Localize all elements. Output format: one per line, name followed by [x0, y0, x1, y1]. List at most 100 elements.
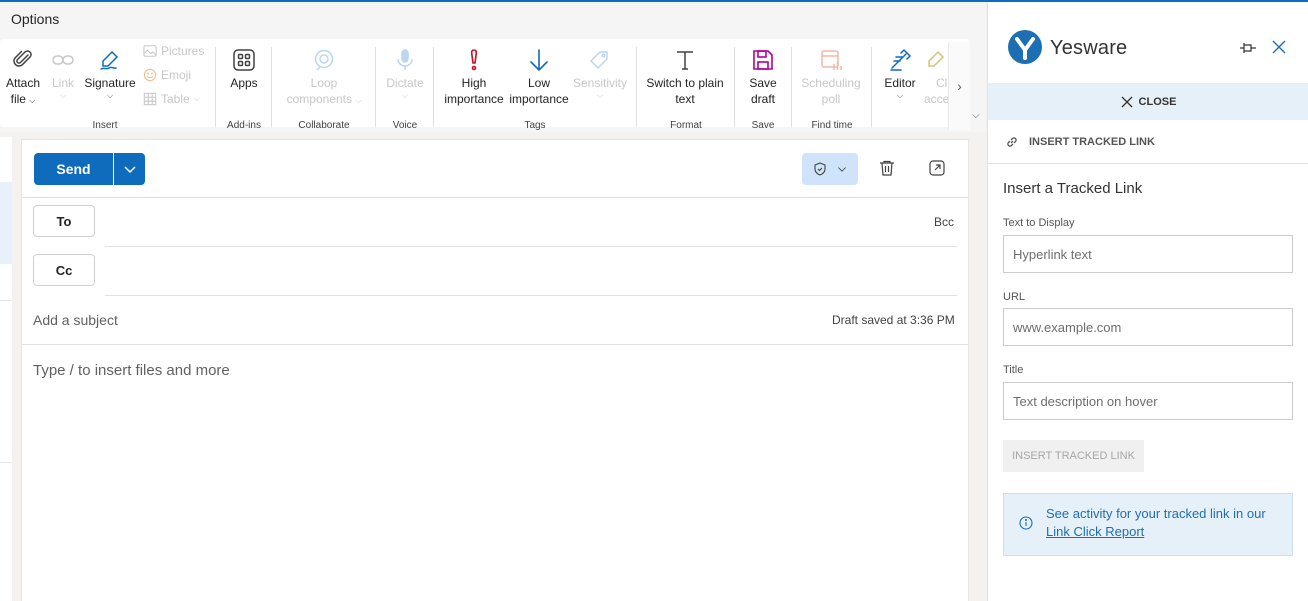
save-draft-button[interactable]: Save draft: [743, 45, 783, 107]
accessibility-icon: [928, 50, 945, 67]
title-label: Title: [1003, 364, 1024, 376]
text-to-display-label: Text to Display: [1003, 217, 1075, 229]
low-importance-label-2: importance: [509, 92, 569, 106]
draft-saved-status: Draft saved at 3:36 PM: [832, 313, 955, 327]
message-body-input[interactable]: Type / to insert files and more: [33, 362, 230, 379]
pictures-icon: [143, 45, 157, 57]
sensitivity-label: Sensitivity: [572, 76, 628, 90]
clipped-ribbon-button[interactable]: Cl acce: [924, 45, 948, 107]
emoji-button[interactable]: Emoji: [143, 68, 191, 82]
divider: [22, 344, 968, 345]
loop-components-button[interactable]: Loop components ⌵: [280, 45, 368, 109]
bcc-button[interactable]: Bcc: [934, 215, 954, 229]
link-button[interactable]: Link ⌵: [48, 45, 78, 101]
pictures-button[interactable]: Pictures: [143, 44, 204, 58]
group-divider: [636, 47, 637, 127]
shield-icon: [814, 162, 826, 176]
group-divider: [791, 47, 792, 127]
link-icon: [1007, 136, 1017, 147]
table-label: Table: [161, 92, 190, 106]
signature-label: Signature: [84, 76, 136, 90]
group-label-save: Save: [751, 120, 775, 131]
editor-button[interactable]: Editor ⌵: [880, 45, 920, 101]
editor-label: Editor: [884, 76, 916, 90]
low-importance-button[interactable]: Low importance: [508, 45, 570, 107]
divider: [105, 246, 957, 247]
insert-tracked-link-button[interactable]: INSERT TRACKED LINK: [1003, 440, 1144, 472]
brand-name: Yesware: [1050, 37, 1128, 59]
attach-file-label-2: file: [10, 92, 26, 106]
group-label-format: Format: [670, 120, 702, 131]
attach-file-button[interactable]: Attach file ⌵: [3, 45, 43, 109]
divider: [0, 462, 12, 463]
emoji-label: Emoji: [161, 68, 192, 82]
ribbon-panel: Attach file ⌵ Link ⌵ Signature ⌵ Picture…: [0, 39, 970, 131]
link-click-report-link[interactable]: Link Click Report: [1046, 524, 1144, 539]
text-to-display-input[interactable]: [1003, 235, 1293, 273]
cc-button[interactable]: Cc: [33, 254, 95, 286]
close-bar-button[interactable]: CLOSE: [988, 83, 1308, 120]
tab-options[interactable]: Options: [11, 11, 59, 27]
group-label-addins: Add-ins: [227, 120, 261, 131]
group-label-find-time: Find time: [811, 120, 853, 131]
sensitivity-button[interactable]: Sensitivity ⌵: [571, 45, 629, 101]
panel-title: Insert a Tracked Link: [1003, 180, 1143, 197]
attach-file-label-1: Attach: [5, 76, 41, 90]
chevron-down-icon: ⌵: [355, 96, 362, 105]
title-input[interactable]: [1003, 382, 1293, 420]
high-importance-button[interactable]: High importance: [443, 45, 505, 107]
group-label-voice: Voice: [392, 120, 418, 131]
save-floppy-icon: [753, 50, 773, 70]
switch-plain-text-button[interactable]: Switch to plain text: [643, 45, 727, 107]
chevron-down-icon: ⌵: [401, 91, 409, 100]
insert-tracked-link-section[interactable]: INSERT TRACKED LINK: [988, 120, 1308, 164]
group-label-insert: Insert: [92, 120, 118, 131]
save-draft-label-1: Save: [749, 76, 777, 90]
send-button[interactable]: Send: [34, 153, 113, 185]
apps-button[interactable]: Apps: [224, 45, 264, 91]
trash-icon[interactable]: [878, 159, 896, 177]
arrow-down-icon: [530, 49, 548, 72]
high-importance-label-2: importance: [444, 92, 504, 106]
info-icon: [1019, 516, 1033, 530]
divider: [105, 295, 957, 296]
high-importance-label-1: High: [461, 76, 487, 90]
pop-out-icon[interactable]: [928, 159, 946, 177]
info-text: See activity for your tracked link in ou…: [1046, 506, 1266, 521]
chevron-down-icon: ⌵: [29, 96, 36, 105]
group-divider: [271, 47, 272, 127]
text-t-icon: [677, 51, 693, 70]
ribbon-scroll-right-button[interactable]: ›: [948, 42, 970, 130]
save-draft-label-2: draft: [750, 92, 775, 106]
table-icon: [143, 92, 157, 106]
close-x-icon: [1121, 96, 1133, 107]
url-input[interactable]: [1003, 308, 1293, 346]
group-label-collaborate: Collaborate: [298, 120, 350, 131]
signature-pen-icon: [100, 50, 119, 70]
yesware-logo-icon: [1008, 30, 1042, 64]
chevron-down-icon: ⌵: [106, 91, 114, 100]
clipped-label-2: acce: [924, 92, 948, 106]
signature-button[interactable]: Signature ⌵: [83, 45, 137, 101]
ribbon-expand-chevron-icon[interactable]: ⌵: [972, 110, 980, 121]
to-button[interactable]: To: [33, 205, 95, 237]
scheduling-poll-button[interactable]: Scheduling poll: [799, 45, 863, 107]
group-divider: [433, 47, 434, 127]
chevron-down-icon: ⌵: [896, 91, 904, 100]
sensitivity-shield-button[interactable]: [802, 153, 858, 185]
close-icon[interactable]: [1271, 39, 1287, 55]
group-divider: [375, 47, 376, 127]
group-divider: [734, 47, 735, 127]
chevron-down-icon: ⌵: [193, 94, 200, 103]
send-options-button[interactable]: [114, 153, 145, 185]
subject-input[interactable]: Add a subject: [33, 312, 118, 328]
selected-message-item[interactable]: [0, 182, 12, 264]
editor-pen-icon: [890, 48, 912, 71]
switch-plain-label-2: text: [675, 92, 695, 106]
group-divider: [215, 47, 216, 127]
table-button[interactable]: Table ⌵: [143, 92, 200, 106]
loop-icon: [314, 49, 334, 71]
dictate-button[interactable]: Dictate ⌵: [383, 45, 427, 101]
switch-plain-label-1: Switch to plain: [646, 76, 724, 90]
pin-icon[interactable]: [1239, 39, 1257, 57]
